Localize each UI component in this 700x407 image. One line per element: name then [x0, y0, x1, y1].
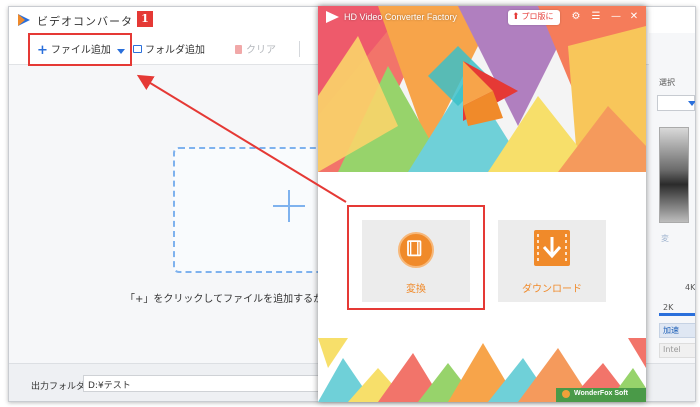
- fg-titlebar: HD Video Converter Factory ⬆ プロ版に ⚙ ☰ — ✕: [318, 6, 646, 28]
- select-label: 選択: [659, 78, 675, 87]
- accel-label: 加速: [663, 326, 679, 335]
- right-settings-panel: 選択 変 4K 2K 加速 Intel: [649, 33, 696, 387]
- settings-icon[interactable]: ⚙: [570, 11, 582, 23]
- resolution-slider[interactable]: [659, 313, 695, 316]
- annotation-highlight-add-file: [28, 33, 132, 66]
- add-folder-button[interactable]: フォルダ追加: [133, 41, 205, 56]
- chevron-down-icon: [688, 101, 695, 106]
- app-logo-icon: [326, 11, 339, 23]
- folder-icon: [133, 45, 142, 53]
- window-title: ビデオコンバータ: [37, 15, 133, 28]
- close-icon[interactable]: ✕: [628, 11, 640, 23]
- fg-window-title: HD Video Converter Factory: [344, 12, 457, 22]
- clear-label: クリア: [246, 45, 276, 56]
- dropzone-hint: 「+」をクリックしてファイルを追加するか、または: [125, 294, 321, 305]
- screenshot-stage: ビデオコンバータ + ファイル追加 フォルダ追加 クリア 「+」をクリックしてファ…: [0, 0, 700, 407]
- trash-icon: [235, 45, 242, 54]
- intel-label: Intel: [663, 345, 681, 354]
- hd-video-converter-window: HD Video Converter Factory ⬆ プロ版に ⚙ ☰ — ✕…: [318, 6, 646, 402]
- list-icon[interactable]: ☰: [590, 11, 602, 23]
- res-4k-label: 4K: [685, 283, 696, 292]
- download-label: ダウンロード: [522, 284, 582, 295]
- download-icon: [534, 230, 570, 266]
- download-arrow-icon: [537, 234, 567, 262]
- annotation-highlight-convert: [347, 205, 485, 310]
- intel-accel-toggle[interactable]: Intel: [659, 343, 695, 358]
- wonderfox-logo-icon: [562, 390, 570, 398]
- add-folder-label: フォルダ追加: [145, 45, 205, 56]
- format-thumbnail: [659, 127, 689, 223]
- gpu-accel-toggle[interactable]: 加速: [659, 323, 695, 338]
- upgrade-pro-label: プロ版に: [521, 12, 554, 21]
- toolbar-divider: [299, 41, 300, 57]
- res-2k-label: 2K: [663, 303, 674, 312]
- convert-partial-label: 変: [661, 234, 669, 243]
- output-folder-field[interactable]: D:¥テスト: [83, 375, 319, 392]
- format-select[interactable]: [657, 95, 695, 111]
- wonderfox-brand: WonderFox Soft: [574, 390, 628, 397]
- dropzone-plus-icon-vertical: [288, 190, 290, 222]
- upgrade-pro-button[interactable]: ⬆ プロ版に: [508, 10, 560, 25]
- minimize-icon[interactable]: —: [610, 11, 622, 23]
- step-badge: 1: [136, 10, 154, 28]
- upgrade-icon: ⬆: [512, 12, 520, 22]
- header-artwork: [318, 6, 646, 172]
- app-logo-icon: [18, 14, 30, 26]
- clear-button[interactable]: クリア: [235, 41, 276, 56]
- download-card[interactable]: ダウンロード: [498, 220, 606, 302]
